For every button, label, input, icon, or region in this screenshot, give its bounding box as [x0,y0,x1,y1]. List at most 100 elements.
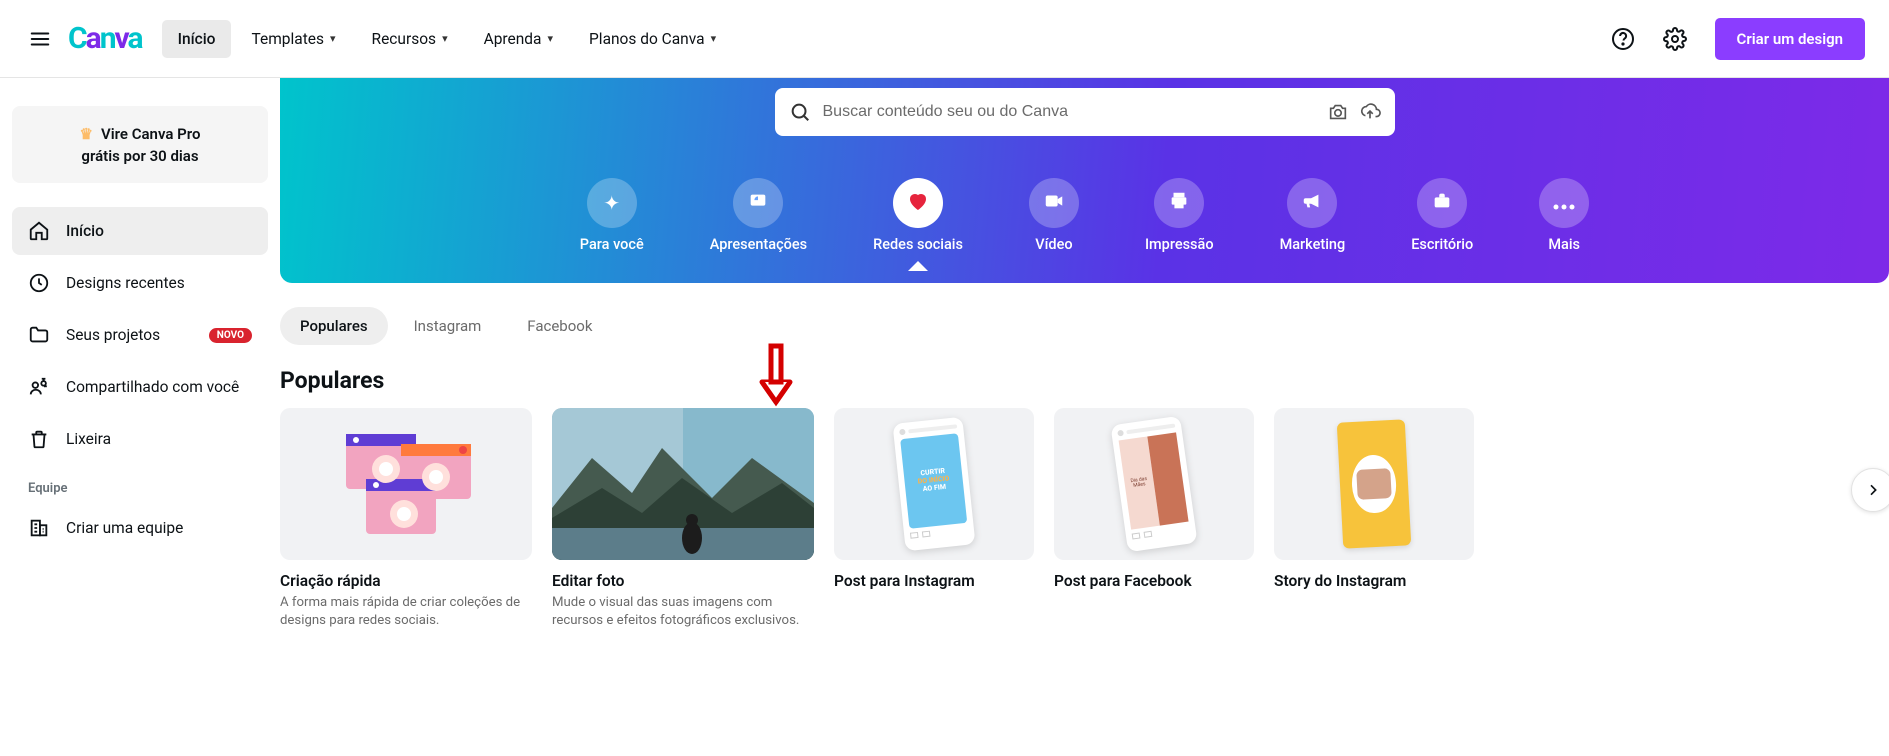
card-thumbnail [280,408,532,560]
chevron-down-icon: ▾ [442,32,448,45]
upload-icon[interactable] [1359,101,1381,123]
category-video[interactable]: Vídeo [1029,178,1079,253]
nav-tab-templates[interactable]: Templates ▾ [235,20,351,58]
tab-populares[interactable]: Populares [280,307,388,345]
nav-tab-planos[interactable]: Planos do Canva ▾ [573,20,732,58]
nav-tab-label: Templates [251,30,324,48]
card-thumbnail [1274,408,1474,560]
category-label: Escritório [1411,236,1473,253]
nav-tab-label: Planos do Canva [589,30,705,48]
main-content: ✦Para você Apresentações Redes sociais V… [280,78,1889,671]
home-icon [28,220,50,242]
settings-button[interactable] [1655,19,1695,59]
printer-icon [1168,190,1190,217]
chevron-down-icon: ▾ [711,32,717,45]
category-label: Impressão [1145,236,1214,253]
category-mais[interactable]: Mais [1539,178,1589,253]
camera-icon[interactable] [1327,101,1349,123]
gear-icon [1663,27,1687,51]
search-input[interactable] [823,103,1315,121]
help-button[interactable] [1603,19,1643,59]
canva-logo[interactable]: Canva [68,21,142,56]
carousel-next-button[interactable] [1851,468,1889,512]
share-icon [28,376,50,398]
building-icon [28,517,50,539]
clock-icon [28,272,50,294]
card-criacao-rapida[interactable]: Criação rápida A forma mais rápida de cr… [280,408,532,631]
chevron-right-icon [1865,482,1881,498]
more-icon [1553,191,1575,215]
card-title: Story do Instagram [1274,572,1474,590]
category-escritorio[interactable]: Escritório [1411,178,1473,253]
crown-icon: ♛ [80,125,93,143]
sidebar-item-criar-equipe[interactable]: Criar uma equipe [12,504,268,552]
category-marketing[interactable]: Marketing [1280,178,1346,253]
phone-mockup: CURTIRDO INÍCIOAO FIM [893,417,976,552]
briefcase-icon [1431,190,1453,217]
cta-label: Criar um design [1737,30,1843,48]
megaphone-icon [1301,190,1323,217]
sidebar-item-inicio[interactable]: Início [12,207,268,255]
nav-tab-label: Início [178,30,216,48]
nav-tab-recursos[interactable]: Recursos▾ [356,20,464,58]
category-label: Redes sociais [873,236,963,253]
annotation-arrow-icon [752,342,800,408]
card-title: Editar foto [552,572,814,590]
video-icon [1043,190,1065,217]
sidebar: ♛Vire Canva Pro grátis por 30 dias Iníci… [0,78,280,671]
menu-toggle[interactable] [24,23,56,55]
card-thumbnail [552,408,814,560]
card-row: Criação rápida A forma mais rápida de cr… [280,408,1889,631]
card-thumbnail: CURTIRDO INÍCIOAO FIM [834,408,1034,560]
thumbnail-art [552,408,814,560]
card-thumbnail: Dia dasMães [1054,408,1254,560]
sidebar-heading-equipe: Equipe [12,463,268,504]
header-nav: Início Templates ▾ Recursos▾ Aprenda ▾ Pla… [162,20,733,58]
pro-upgrade-card[interactable]: ♛Vire Canva Pro grátis por 30 dias [12,106,268,183]
card-post-facebook[interactable]: Dia dasMães Post para Facebook [1054,408,1254,631]
create-design-button[interactable]: Criar um design [1715,18,1865,60]
card-desc: Mude o visual das suas imagens com recur… [552,594,814,631]
folder-icon [28,324,50,346]
category-label: Marketing [1280,236,1346,253]
card-title: Post para Instagram [834,572,1034,590]
search-bar[interactable] [775,88,1395,136]
card-title: Criação rápida [280,572,532,590]
category-label: Vídeo [1035,236,1072,253]
sidebar-item-recentes[interactable]: Designs recentes [12,259,268,307]
tab-label: Populares [300,317,368,335]
nav-tab-aprenda[interactable]: Aprenda ▾ [468,20,569,58]
nav-tab-inicio[interactable]: Início [162,20,232,58]
chevron-down-icon: ▾ [547,32,553,45]
category-redes-sociais[interactable]: Redes sociais [873,178,963,253]
tab-facebook[interactable]: Facebook [507,307,612,345]
category-para-voce[interactable]: ✦Para você [580,178,644,253]
tab-instagram[interactable]: Instagram [394,307,502,345]
sidebar-item-label: Compartilhado com você [66,378,239,396]
card-post-instagram[interactable]: CURTIRDO INÍCIOAO FIM Post para Instagra… [834,408,1034,631]
category-label: Mais [1548,236,1580,253]
top-header: Canva Início Templates ▾ Recursos▾ Aprend… [0,0,1889,78]
pro-line2: grátis por 30 dias [28,147,252,165]
sidebar-item-compartilhado[interactable]: Compartilhado com você [12,363,268,411]
card-story-instagram[interactable]: Story do Instagram [1274,408,1474,631]
category-apresentacoes[interactable]: Apresentações [710,178,807,253]
sidebar-item-label: Designs recentes [66,274,185,292]
card-editar-foto[interactable]: Editar foto Mude o visual das suas image… [552,408,814,631]
help-icon [1611,27,1635,51]
sidebar-item-lixeira[interactable]: Lixeira [12,415,268,463]
heart-icon [906,189,930,218]
card-desc: A forma mais rápida de criar coleções de… [280,594,532,631]
filter-tabs: Populares Instagram Facebook [280,283,1889,355]
chevron-down-icon: ▾ [330,32,336,45]
search-icon [789,101,811,123]
category-row: ✦Para você Apresentações Redes sociais V… [280,178,1889,271]
section-title: Populares [280,367,1889,394]
nav-tab-label: Aprenda [484,30,542,48]
tab-label: Facebook [527,317,592,335]
hamburger-icon [29,28,51,50]
category-label: Para você [580,236,644,253]
category-impressao[interactable]: Impressão [1145,178,1214,253]
sidebar-item-projetos[interactable]: Seus projetos NOVO [12,311,268,359]
thumbnail-art [316,419,496,549]
